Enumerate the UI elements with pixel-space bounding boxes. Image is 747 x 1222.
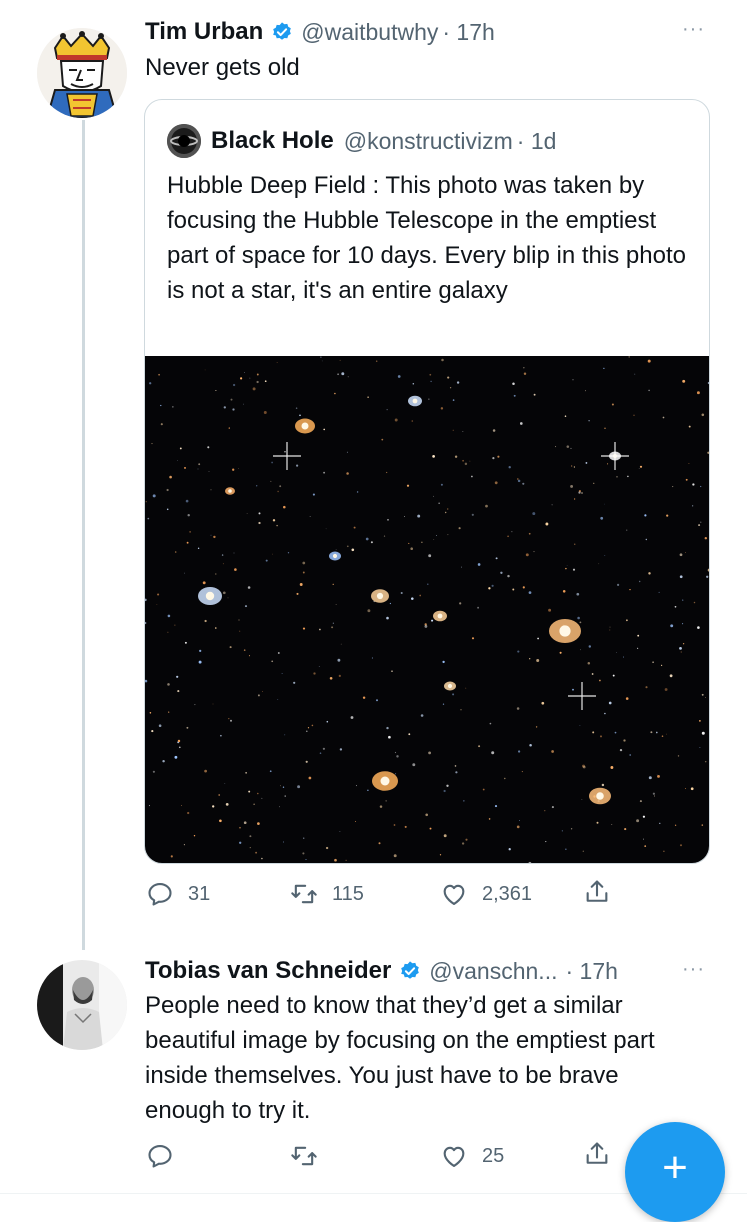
reply-like-action[interactable]: 25 bbox=[440, 1142, 504, 1170]
like-icon bbox=[443, 884, 465, 905]
share-action[interactable] bbox=[583, 878, 611, 906]
verified-badge-icon bbox=[401, 961, 420, 979]
quoted-tweet-time[interactable]: · 1d bbox=[517, 128, 557, 155]
reply-author-name[interactable]: Tobias van Schneider bbox=[145, 957, 391, 985]
quoted-tweet-header: Black Hole @konstructivizm · 1d bbox=[167, 124, 556, 158]
king-card-avatar-icon bbox=[37, 28, 127, 118]
verified-badge-icon bbox=[273, 22, 292, 40]
hubble-deep-field-image[interactable] bbox=[145, 356, 709, 863]
reply-like-count: 25 bbox=[482, 1144, 505, 1167]
retweet-action[interactable]: 115 bbox=[290, 880, 364, 908]
reply-tweet-header: Tobias van Schneider @vanschn... · 17h bbox=[145, 955, 618, 987]
quoted-author-handle[interactable]: @konstructivizm bbox=[344, 128, 513, 155]
tobias-avatar[interactable] bbox=[37, 960, 127, 1050]
share-icon bbox=[586, 880, 608, 902]
reply-share-action[interactable] bbox=[583, 1140, 611, 1168]
quoted-tweet-text: Hubble Deep Field : This photo was taken… bbox=[167, 172, 686, 304]
more-options-icon[interactable]: ··· bbox=[682, 958, 705, 981]
retweet-icon bbox=[291, 884, 317, 904]
main-tweet-header: Tim Urban @waitbutwhy · 17h bbox=[145, 16, 495, 48]
author-handle[interactable]: @waitbutwhy bbox=[301, 19, 438, 46]
quoted-tweet-card[interactable]: Black Hole @konstructivizm · 1d Hubble D… bbox=[144, 99, 710, 864]
reply-time[interactable]: · 17h bbox=[565, 958, 617, 985]
reply-text: People need to know that they’d get a si… bbox=[145, 992, 655, 1124]
like-action[interactable]: 2,361 bbox=[440, 880, 532, 908]
starfield-image bbox=[145, 356, 709, 863]
author-name[interactable]: Tim Urban bbox=[145, 18, 263, 46]
retweet-icon bbox=[291, 1146, 317, 1166]
reply-author-handle[interactable]: @vanschn... bbox=[429, 958, 557, 985]
tweet-time[interactable]: · 17h bbox=[442, 19, 494, 46]
reply-action[interactable]: 31 bbox=[146, 880, 210, 908]
like-icon bbox=[443, 1146, 465, 1167]
reply-count: 31 bbox=[188, 882, 211, 905]
tim-urban-avatar[interactable] bbox=[37, 28, 127, 118]
person-photo-icon bbox=[37, 960, 127, 1050]
reply-retweet-action[interactable] bbox=[290, 1142, 332, 1170]
compose-icon: + bbox=[662, 1143, 688, 1192]
retweet-count: 115 bbox=[332, 882, 364, 905]
share-icon bbox=[586, 1142, 608, 1164]
reply-reply-action[interactable] bbox=[146, 1142, 188, 1170]
reply-icon bbox=[148, 1145, 172, 1168]
more-options-icon[interactable]: ··· bbox=[682, 18, 705, 41]
reply-icon bbox=[148, 883, 172, 906]
black-hole-avatar[interactable] bbox=[167, 124, 201, 158]
compose-tweet-button[interactable]: + bbox=[625, 1122, 725, 1222]
like-count: 2,361 bbox=[482, 882, 533, 905]
tweet-text: Never gets old bbox=[145, 54, 300, 81]
quoted-author-name[interactable]: Black Hole bbox=[211, 127, 334, 155]
thread-connector-line bbox=[82, 120, 85, 950]
black-hole-icon bbox=[167, 124, 201, 158]
